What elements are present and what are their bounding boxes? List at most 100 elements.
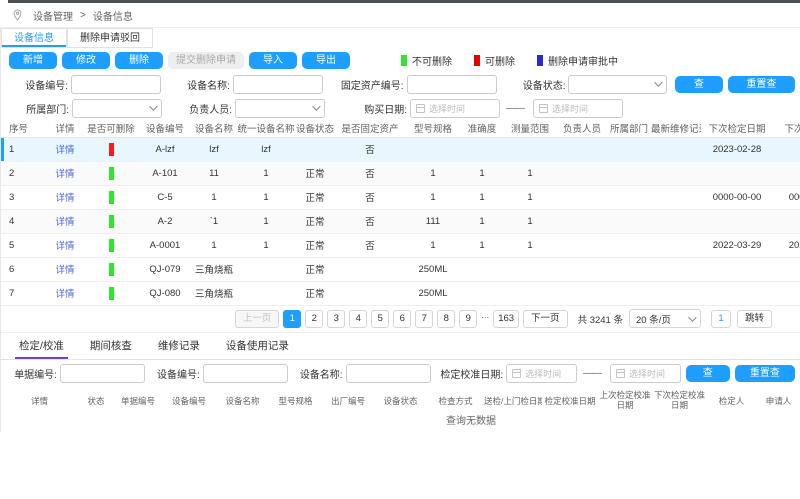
export-button[interactable]: 导出 bbox=[302, 52, 350, 69]
tab-interim-check[interactable]: 期间核查 bbox=[90, 338, 132, 359]
cell-model: 250ML bbox=[405, 257, 461, 281]
detail-col-8: 检查方式 bbox=[427, 388, 484, 414]
cell-name: 11 bbox=[191, 161, 237, 185]
cell-uniform_name: 1 bbox=[237, 233, 295, 257]
table-row[interactable]: 3详情C-511正常否1110000-00-000000-00-00 bbox=[1, 185, 800, 209]
page-size-select[interactable]: 20 条/页 bbox=[629, 309, 701, 328]
detail-search-button[interactable]: 查询 bbox=[686, 365, 730, 382]
owner-select[interactable] bbox=[235, 99, 325, 118]
date-range-dash: —— bbox=[583, 368, 601, 379]
detail-filter-row: 单据编号: 设备编号: 设备名称: 检定校准日期: 选择时间 —— 选择时间 查… bbox=[1, 360, 800, 388]
add-button[interactable]: 新增 bbox=[9, 52, 57, 69]
detail-link[interactable]: 详情 bbox=[55, 169, 74, 180]
main-tabs: 设备信息 删除申请驳回 bbox=[1, 28, 800, 48]
purchase-date-start-input[interactable]: 选择时间 bbox=[410, 99, 500, 118]
detail-link[interactable]: 详情 bbox=[55, 289, 74, 300]
purchase-date-end-input[interactable]: 选择时间 bbox=[533, 99, 623, 118]
tab-device-usage-records[interactable]: 设备使用记录 bbox=[226, 338, 289, 359]
page-1[interactable]: 1 bbox=[283, 310, 301, 328]
main-col-13: 最新维修记录 bbox=[651, 120, 701, 137]
submit-delete-request-button[interactable]: 提交删除申请 bbox=[168, 52, 244, 69]
page-5[interactable]: 5 bbox=[371, 310, 389, 328]
cell-name: 三角烧瓶 bbox=[191, 281, 237, 305]
cell-next_verify: 0000-00-00 bbox=[701, 185, 773, 209]
table-row[interactable]: 7详情QJ-080三角烧瓶正常250ML bbox=[1, 281, 800, 305]
main-col-14: 下次检定日期 bbox=[701, 120, 773, 137]
detail-link[interactable]: 详情 bbox=[55, 193, 74, 204]
legend-blue-swatch bbox=[537, 55, 543, 66]
page-6[interactable]: 6 bbox=[393, 310, 411, 328]
detail-device-code-input[interactable] bbox=[203, 364, 288, 383]
verify-date-end-input[interactable]: 选择时间 bbox=[610, 364, 681, 383]
detail-device-name-input[interactable] bbox=[346, 364, 431, 383]
next-page-button[interactable]: 下一页 bbox=[523, 310, 568, 328]
cell-uniform_name: lzf bbox=[237, 137, 295, 161]
device-code-input[interactable] bbox=[71, 75, 161, 94]
verify-date-start-input[interactable]: 选择时间 bbox=[506, 364, 577, 383]
verification-table: 详情状态单据编号设备编号设备名称型号规格出厂编号设备状态检查方式送检/上门检日期… bbox=[1, 388, 800, 414]
detail-reset-button[interactable]: 重置查询 bbox=[735, 365, 795, 382]
location-pin-icon bbox=[12, 9, 23, 21]
delete-button[interactable]: 删除 bbox=[115, 52, 163, 69]
cell-model: 1 bbox=[405, 233, 461, 257]
cell-num: 2 bbox=[1, 161, 47, 185]
cell-status: 正常 bbox=[295, 185, 335, 209]
breadcrumb-section[interactable]: 设备管理 bbox=[33, 8, 73, 23]
page-7[interactable]: 7 bbox=[415, 310, 433, 328]
device-name-input[interactable] bbox=[233, 75, 323, 94]
cell-owner bbox=[557, 161, 607, 185]
import-button[interactable]: 导入 bbox=[249, 52, 297, 69]
table-row[interactable]: 1详情A-lzflzflzf否2023-02-28 bbox=[1, 137, 800, 161]
edit-button[interactable]: 修改 bbox=[62, 52, 110, 69]
jump-button[interactable]: 跳转 bbox=[737, 310, 772, 328]
cell-owner bbox=[557, 281, 607, 305]
detail-link[interactable]: 详情 bbox=[55, 265, 74, 276]
cell-range bbox=[503, 281, 557, 305]
page-8[interactable]: 8 bbox=[437, 310, 455, 328]
table-row[interactable]: 4详情A-2`11正常否11111 bbox=[1, 209, 800, 233]
cell-status: 正常 bbox=[295, 161, 335, 185]
detail-link[interactable]: 详情 bbox=[55, 217, 74, 228]
page-2[interactable]: 2 bbox=[305, 310, 323, 328]
cell-repair bbox=[651, 257, 701, 281]
order-no-input[interactable] bbox=[60, 364, 145, 383]
device-status-select[interactable] bbox=[568, 75, 667, 94]
date-placeholder: 选择时间 bbox=[525, 367, 561, 380]
department-select[interactable] bbox=[72, 99, 162, 118]
detail-col-12: 下次检定校准日期 bbox=[652, 388, 707, 414]
cell-accuracy bbox=[461, 137, 503, 161]
page-3[interactable]: 3 bbox=[327, 310, 345, 328]
cell-next_verify bbox=[701, 161, 773, 185]
prev-page-button[interactable]: 上一页 bbox=[235, 310, 280, 328]
page-4[interactable]: 4 bbox=[349, 310, 367, 328]
table-row[interactable]: 5详情A-000111正常否1112022-03-292022-03-29 bbox=[1, 233, 800, 257]
tab-device-info[interactable]: 设备信息 bbox=[1, 28, 67, 48]
cell-fixed_asset: 否 bbox=[335, 161, 405, 185]
tab-verification-calibration[interactable]: 检定/校准 bbox=[19, 338, 64, 359]
detail-link[interactable]: 详情 bbox=[55, 145, 74, 156]
page-9[interactable]: 9 bbox=[459, 310, 477, 328]
tab-delete-request-rejected[interactable]: 删除申请驳回 bbox=[67, 28, 153, 48]
tab-repair-records[interactable]: 维修记录 bbox=[158, 338, 200, 359]
cell-status: 正常 bbox=[295, 257, 335, 281]
cell-range bbox=[503, 137, 557, 161]
filter-row-1: 设备编号: 设备名称: 固定资产编号: 设备状态: 查询 重置查询 bbox=[1, 72, 800, 96]
cell-name: 1 bbox=[191, 233, 237, 257]
cell-next_cal: 0000-00-00 bbox=[773, 185, 800, 209]
jump-page-input[interactable]: 1 bbox=[711, 310, 731, 328]
cell-code: A-0001 bbox=[139, 233, 191, 257]
cell-fixed_asset bbox=[335, 281, 405, 305]
filter-row-2: 所属部门: 负责人员: 购买日期: 选择时间 —— 选择时间 bbox=[1, 96, 800, 120]
cell-repair bbox=[651, 281, 701, 305]
cell-detail: 详情 bbox=[47, 161, 83, 185]
reset-search-button[interactable]: 重置查询 bbox=[728, 76, 795, 93]
search-button[interactable]: 查询 bbox=[675, 76, 723, 93]
cell-dept bbox=[607, 161, 651, 185]
status-legend: 不可删除 可删除 删除申请审批中 bbox=[401, 53, 640, 68]
page-163[interactable]: 163 bbox=[493, 310, 519, 328]
table-row[interactable]: 2详情A-101111正常否111 bbox=[1, 161, 800, 185]
chevron-down-icon bbox=[312, 102, 320, 110]
detail-link[interactable]: 详情 bbox=[55, 241, 74, 252]
fixed-asset-code-input[interactable] bbox=[407, 75, 497, 94]
table-row[interactable]: 6详情QJ-079三角烧瓶正常250ML bbox=[1, 257, 800, 281]
